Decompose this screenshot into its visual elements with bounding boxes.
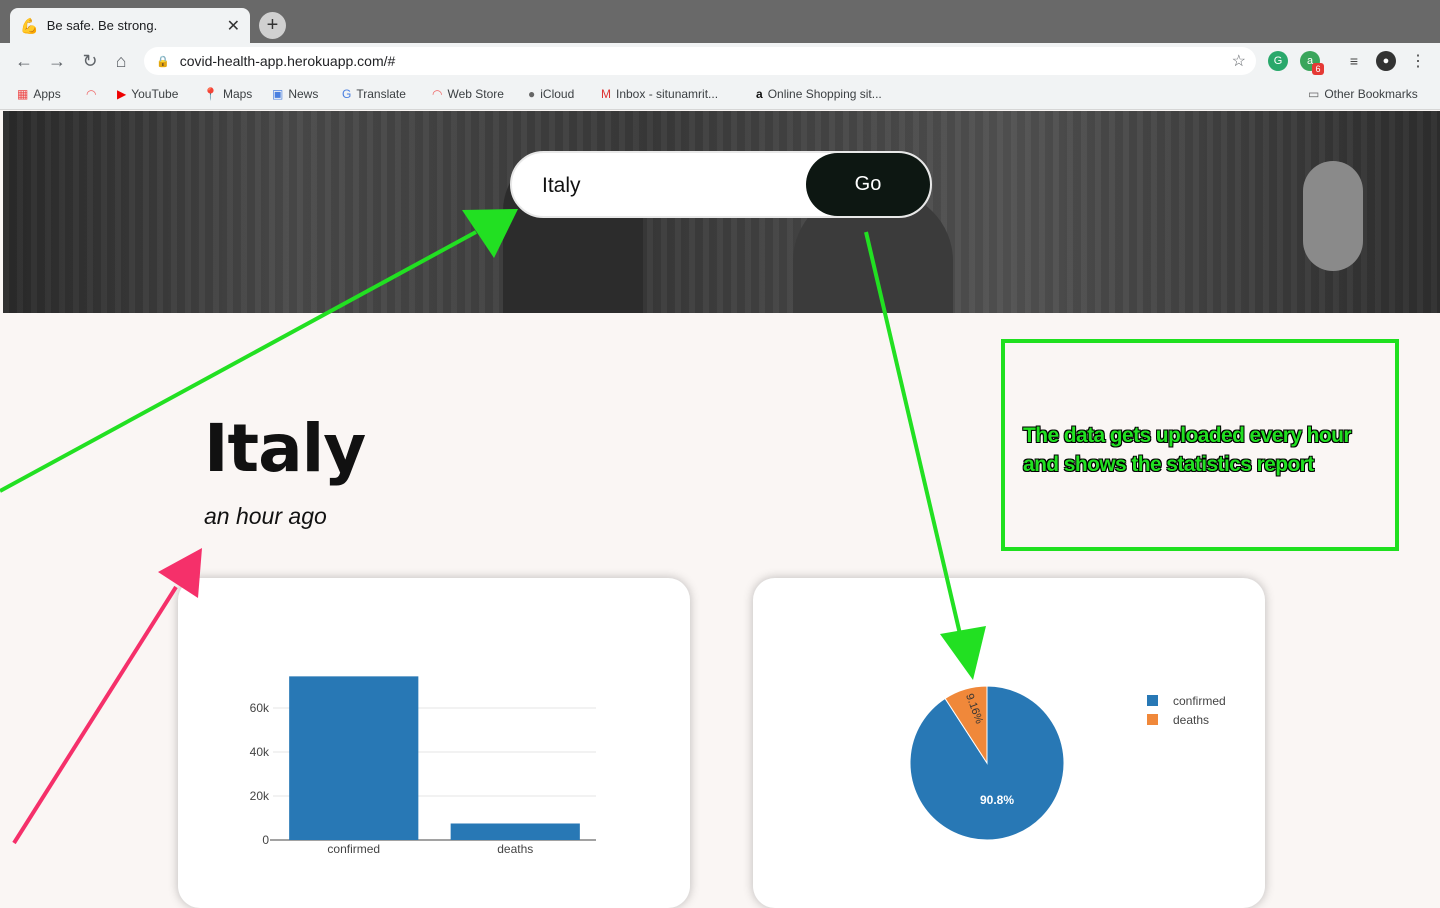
browser-toolbar: ← → ↻ ⌂ 🔒 covid-health-app.herokuapp.com… (0, 43, 1440, 79)
apple-icon: ● (528, 87, 536, 101)
folder-icon: ▭ (1308, 87, 1320, 101)
url-text: covid-health-app.herokuapp.com/# (179, 53, 396, 69)
bookmark-amazon[interactable]: a Online Shopping sit... (756, 87, 882, 101)
rainbow-icon: ◠ (86, 87, 97, 101)
bookmark-translate[interactable]: G Translate (342, 87, 406, 101)
bookmark-rainbow[interactable]: ◠ (86, 87, 96, 101)
news-icon: ▣ (272, 87, 284, 101)
browser-tab[interactable]: 💪 Be safe. Be strong. ✕ (10, 8, 250, 43)
forward-icon[interactable]: → (45, 49, 69, 73)
pie-label-confirmed: 90.8% (980, 793, 1014, 807)
bookmark-star-icon[interactable]: ☆ (1232, 51, 1246, 71)
legend-label-deaths: deaths (1173, 713, 1209, 727)
amazon-icon: a (756, 87, 763, 101)
new-tab-button[interactable]: + (259, 12, 286, 39)
bar-deaths (450, 823, 580, 840)
pink-arrow-line (12, 585, 178, 845)
bookmark-news[interactable]: ▣ News (272, 87, 318, 101)
flexed-arm-icon: 💪 (20, 17, 39, 35)
close-tab-icon[interactable]: ✕ (227, 16, 240, 36)
legend-label-confirmed: confirmed (1173, 694, 1226, 708)
gmail-icon: M (601, 87, 611, 101)
bookmark-apps[interactable]: ▦ Apps (17, 87, 61, 101)
bookmark-webstore[interactable]: ◠ Web Store (432, 87, 504, 101)
apps-grid-icon: ▦ (17, 87, 29, 101)
translate-icon: G (342, 87, 352, 101)
pie-chart: 90.8%9.16% confirmeddeaths (909, 685, 1226, 841)
media-control-icon[interactable]: ≡ (1344, 51, 1364, 71)
bar-chart: 0 20k 40k 60k confirmed deaths (250, 676, 596, 856)
other-bookmarks[interactable]: ▭ Other Bookmarks (1308, 87, 1418, 101)
youtube-icon: ▶ (117, 87, 127, 101)
grammarly-icon[interactable]: G (1268, 51, 1288, 71)
pie-chart-card: 90.8% 9.16% confirmed deaths (753, 578, 1265, 908)
browser-tab-strip: 💪 Be safe. Be strong. ✕ + (0, 0, 1440, 43)
reload-icon[interactable]: ↻ (78, 49, 102, 73)
annotation-box: The data gets uploaded every hour and sh… (1001, 339, 1399, 551)
search-bar: Go (510, 151, 932, 218)
legend-swatch-deaths (1147, 714, 1158, 725)
bookmarks-bar: ▦ Apps ◠ ▶ YouTube 📍 Maps ▣ News G Translate … (0, 79, 1440, 110)
home-icon[interactable]: ⌂ (109, 49, 133, 73)
bookmark-inbox[interactable]: M Inbox - situnamrit... (601, 87, 718, 101)
lock-icon: 🔒 (156, 55, 170, 68)
y-tick-label: 0 (262, 833, 269, 847)
legend-swatch-confirmed (1147, 695, 1158, 706)
annotation-note: The data gets uploaded every hour and sh… (1023, 424, 1352, 476)
country-search-input[interactable] (542, 171, 792, 201)
profile-avatar[interactable]: ● (1376, 51, 1396, 71)
y-tick-label: 20k (250, 789, 270, 803)
bookmark-icloud[interactable]: ● iCloud (528, 87, 574, 101)
back-icon[interactable]: ← (12, 49, 36, 73)
y-tick-label: 40k (250, 745, 270, 759)
maps-icon: 📍 (203, 87, 218, 101)
menu-dots-icon[interactable]: ⋮ (1408, 51, 1428, 71)
bar-chart-card: 0 20k 40k 60k confirmed deaths (178, 578, 690, 908)
bar-confirmed (289, 676, 419, 840)
last-updated: an hour ago (204, 503, 327, 529)
bookmark-maps[interactable]: 📍 Maps (203, 87, 252, 101)
x-tick-label: deaths (497, 842, 533, 856)
hero-street-sign (1303, 161, 1363, 271)
go-button[interactable]: Go (806, 153, 930, 216)
y-tick-label: 60k (250, 701, 270, 715)
bookmark-youtube[interactable]: ▶ YouTube (117, 87, 178, 101)
tab-title: Be safe. Be strong. (46, 18, 158, 33)
country-title: Italy (204, 410, 366, 487)
extension-badge: 6 (1312, 63, 1324, 75)
x-tick-label: confirmed (327, 842, 380, 856)
address-bar[interactable]: 🔒 covid-health-app.herokuapp.com/# ☆ (144, 47, 1256, 75)
webstore-icon: ◠ (432, 87, 443, 101)
